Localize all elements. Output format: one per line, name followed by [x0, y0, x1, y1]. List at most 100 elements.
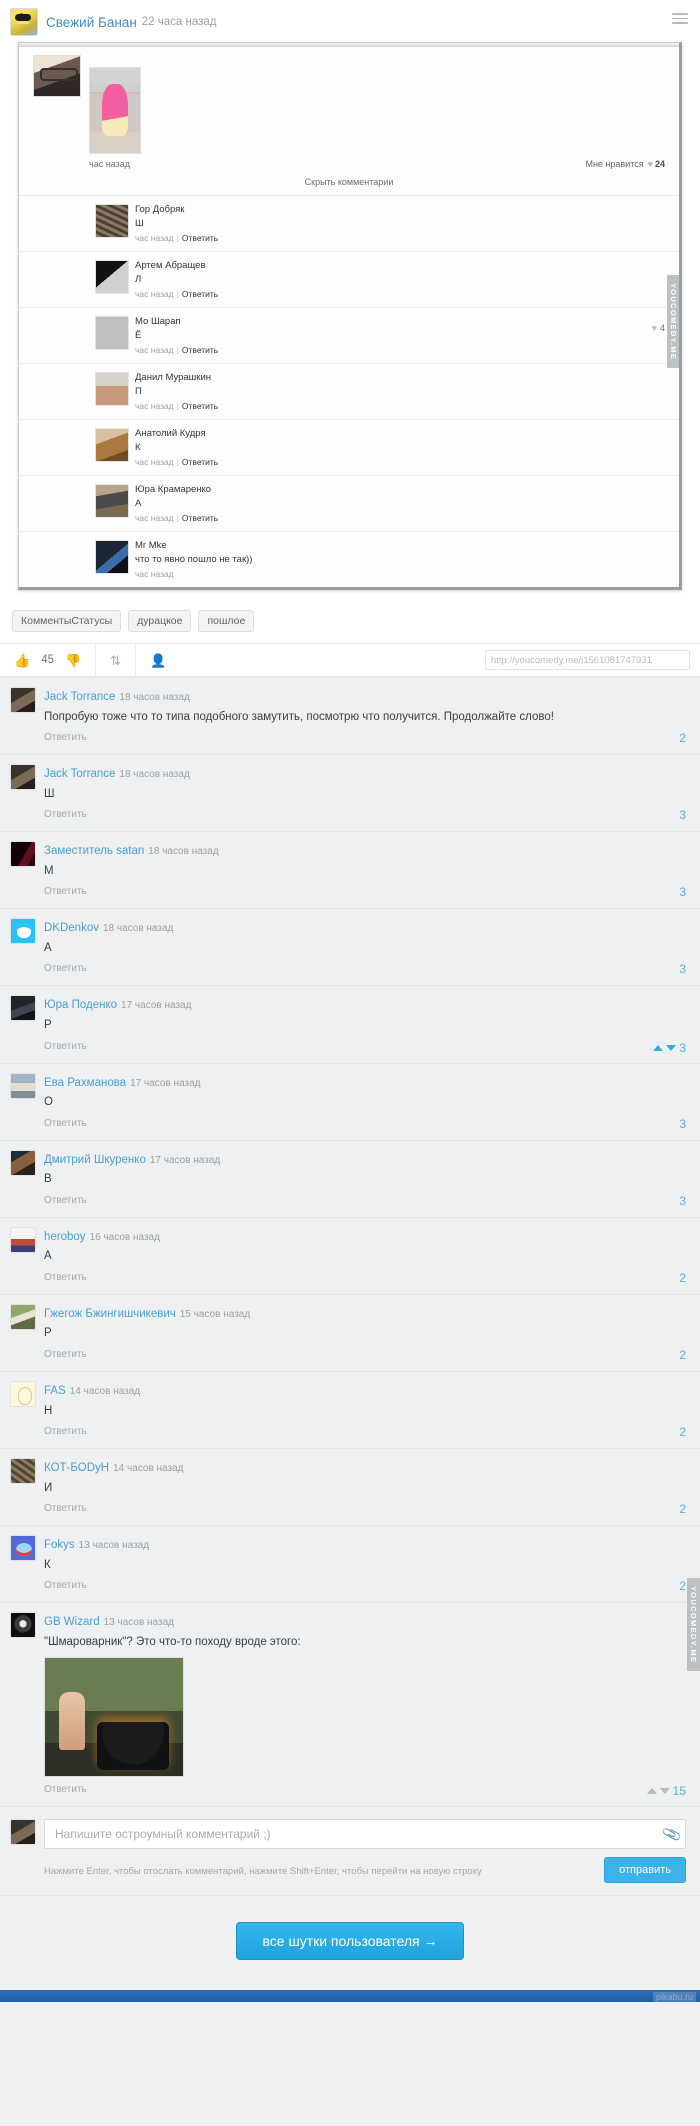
- comment-author-link[interactable]: heroboy: [44, 1231, 86, 1243]
- downvote-icon[interactable]: [666, 1044, 677, 1051]
- comment-author-link[interactable]: Юра Поденко: [44, 999, 117, 1011]
- comment-input[interactable]: [45, 1820, 659, 1849]
- reply-link[interactable]: Ответить: [44, 886, 87, 897]
- embed-comment-author[interactable]: Гор Добряк: [135, 204, 218, 215]
- reply-link[interactable]: Ответить: [44, 809, 87, 820]
- embed-reply-link[interactable]: Ответить: [182, 457, 218, 467]
- embed-comment-time: час назад: [135, 289, 174, 299]
- embed-reply-link[interactable]: Ответить: [182, 513, 218, 523]
- comment-author-link[interactable]: Дмитрий Шкуренко: [44, 1154, 146, 1166]
- reply-link[interactable]: Ответить: [44, 1426, 87, 1437]
- send-comment-button[interactable]: отправить: [604, 1857, 686, 1884]
- comment-timestamp: 18 часов назад: [102, 923, 174, 935]
- reply-link[interactable]: Ответить: [44, 1784, 87, 1795]
- reply-link[interactable]: Ответить: [44, 1195, 87, 1206]
- rating-count: 45: [41, 654, 54, 666]
- reply-link[interactable]: Ответить: [44, 1349, 87, 1360]
- embed-post: час назад Мне нравится ♥ 24: [19, 47, 679, 169]
- all-user-jokes-button[interactable]: все шутки пользователя →: [235, 1922, 465, 1961]
- avatar: [10, 1819, 36, 1846]
- embed-reply-link[interactable]: Ответить: [182, 401, 218, 411]
- embedded-screenshot[interactable]: час назад Мне нравится ♥ 24 Скрыть коммент…: [18, 42, 682, 590]
- vote-controls: 3: [653, 1041, 686, 1055]
- comment-timestamp: 18 часов назад: [119, 692, 190, 703]
- comment-header: Гжегож Бжингишчикевич 15 часов назад: [44, 1304, 686, 1322]
- youcomedy-watermark: YOUCOMEDY.ME: [667, 275, 679, 369]
- comment-item: Fokys 13 часов назад К Ответить 2: [0, 1526, 700, 1604]
- tag-item[interactable]: КомментыСтатусы: [12, 610, 122, 632]
- embed-comment: Артем Абращев Л час назад | Ответить: [19, 252, 679, 308]
- paperclip-icon[interactable]: 📎: [657, 1822, 687, 1847]
- reply-link[interactable]: Ответить: [44, 1580, 87, 1591]
- comment-timestamp: 13 часов назад: [78, 1540, 150, 1552]
- tag-item[interactable]: дурацкое: [128, 610, 192, 632]
- reply-link[interactable]: Ответить: [44, 1503, 87, 1514]
- embed-comment-author[interactable]: Мо Шарап: [135, 316, 218, 327]
- embed-reply-link[interactable]: Ответить: [182, 289, 218, 299]
- comment-image[interactable]: [44, 1657, 184, 1778]
- embed-comment-author[interactable]: Юра Крамаренко: [135, 484, 218, 495]
- heart-icon: ♥: [647, 159, 653, 169]
- embed-like-block[interactable]: Мне нравится ♥ 24: [585, 159, 665, 169]
- comment-author-link[interactable]: Гжегож Бжингишчикевич: [44, 1308, 176, 1320]
- comment-author-link[interactable]: FAS: [44, 1385, 66, 1397]
- embed-comment-author[interactable]: Артем Абращев: [135, 260, 218, 271]
- comment-author-link[interactable]: Jack Torrance: [44, 691, 115, 703]
- embed-comment-text: Л: [135, 274, 142, 285]
- embed-comment-author[interactable]: Mr Mke: [135, 540, 252, 551]
- downvote-icon[interactable]: [659, 1788, 670, 1795]
- reply-link[interactable]: Ответить: [44, 1041, 87, 1052]
- avatar: [10, 918, 36, 945]
- embed-side-like-count: 4: [659, 323, 665, 333]
- embed-comment-author[interactable]: Анатолий Кудря: [135, 428, 218, 439]
- upvote-icon[interactable]: [653, 1044, 664, 1051]
- comment-author-link[interactable]: DKDenkov: [44, 922, 99, 934]
- embed-comment-author[interactable]: Данил Мурашкин: [135, 372, 218, 383]
- embed-comment-time: час назад: [135, 345, 174, 355]
- users-icon[interactable]: 👤: [150, 654, 166, 667]
- comment-timestamp: 14 часов назад: [69, 1385, 141, 1397]
- users-group: 👤: [136, 644, 180, 676]
- comment-header: DKDenkov 18 часов назад: [44, 918, 686, 936]
- reply-link[interactable]: Ответить: [44, 732, 87, 743]
- comment-form: 📎 Нажмите Enter, чтобы отослать коммента…: [0, 1807, 700, 1897]
- bottom-bar: pikabu.ru: [0, 1990, 700, 2003]
- comment-text: И: [44, 1481, 53, 1494]
- reply-link[interactable]: Ответить: [44, 1118, 87, 1129]
- repost-icon[interactable]: ⇅: [110, 654, 121, 667]
- comment-author-link[interactable]: Ева Рахманова: [44, 1077, 126, 1089]
- comment-text: К: [44, 1558, 51, 1571]
- embed-comment-text: П: [135, 386, 142, 397]
- comment-input-wrap: 📎: [44, 1819, 687, 1850]
- comment-score: 3: [679, 962, 686, 977]
- reply-link[interactable]: Ответить: [44, 1272, 87, 1283]
- embed-reply-link[interactable]: Ответить: [182, 233, 218, 243]
- comment-timestamp: 13 часов назад: [103, 1617, 174, 1629]
- embed-post-time: час назад: [89, 159, 130, 169]
- comment-header: Jack Torrance 18 часов назад: [44, 764, 686, 782]
- comment-author-link[interactable]: Jack Torrance: [44, 768, 115, 780]
- comment-author-link[interactable]: КОТ-БОDуН: [44, 1462, 109, 1474]
- heart-icon: ♥: [651, 323, 657, 333]
- avatar: [10, 764, 36, 791]
- reply-link[interactable]: Ответить: [44, 963, 87, 974]
- comment-author-link[interactable]: Fokys: [44, 1539, 75, 1551]
- comment-text: А: [44, 1250, 52, 1263]
- upvote-icon[interactable]: [646, 1788, 657, 1795]
- permalink-input[interactable]: [485, 650, 690, 670]
- site-credit: pikabu.ru: [652, 1992, 696, 2003]
- hamburger-icon[interactable]: [672, 13, 688, 24]
- tag-item[interactable]: пошлое: [198, 610, 255, 632]
- post-author-link[interactable]: Свежий Банан: [46, 15, 137, 30]
- embed-comment: Данил Мурашкин П час назад | Ответить: [19, 364, 679, 420]
- comment-text: Р: [44, 1327, 52, 1340]
- avatar: [10, 1226, 36, 1253]
- comment-text: В: [44, 1173, 52, 1186]
- comment-author-link[interactable]: GB Wizard: [44, 1616, 100, 1628]
- embed-reply-link[interactable]: Ответить: [182, 345, 218, 355]
- thumbs-up-icon[interactable]: 👍: [14, 654, 30, 667]
- comment-timestamp: 15 часов назад: [179, 1308, 251, 1320]
- comment-timestamp: 14 часов назад: [113, 1463, 184, 1475]
- comment-author-link[interactable]: Заместитель satan: [44, 845, 144, 857]
- thumbs-down-icon[interactable]: 👎: [65, 654, 81, 667]
